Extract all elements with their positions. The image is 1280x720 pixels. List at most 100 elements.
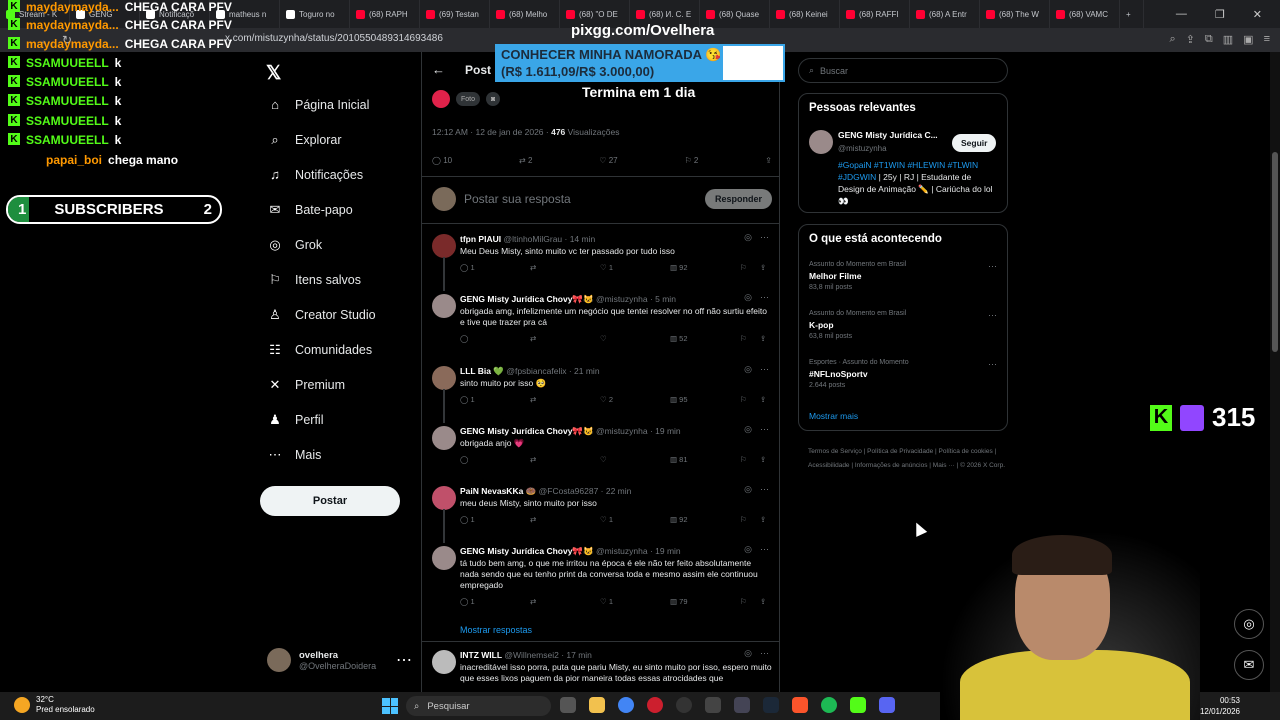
more-icon[interactable]: ⋯ bbox=[760, 364, 769, 375]
url-field[interactable]: x.com/mistuzynha/status/2010550489314693… bbox=[225, 33, 443, 44]
views-action[interactable]: ▥ 79 bbox=[670, 597, 740, 606]
minimize-icon[interactable]: — bbox=[1176, 8, 1187, 21]
browser-tab[interactable]: (68) Melho bbox=[490, 0, 560, 28]
browser-tab[interactable]: (68) VAMC bbox=[1050, 0, 1120, 28]
browser-tab[interactable]: (68) RAPH bbox=[350, 0, 420, 28]
more-icon[interactable]: ⋯ bbox=[760, 544, 769, 555]
relevant-name[interactable]: GENG Misty Jurídica C... bbox=[838, 130, 938, 140]
app-icon[interactable] bbox=[705, 697, 721, 713]
like-action[interactable]: ♡ 27 bbox=[599, 156, 617, 165]
share-icon[interactable]: ⇪ bbox=[1186, 33, 1195, 46]
repost-action[interactable]: ⇄ bbox=[530, 334, 600, 343]
like-action[interactable]: ♡ 2 bbox=[600, 395, 670, 404]
trend-item[interactable]: Assunto do Momento em Brasil Melhor Filme… bbox=[809, 261, 999, 291]
reply-action[interactable]: ◯ bbox=[460, 334, 530, 343]
browser-tab[interactable]: (68) RAFFI bbox=[840, 0, 910, 28]
views-action[interactable]: ▥ 81 bbox=[670, 455, 740, 464]
spotify-icon[interactable] bbox=[821, 697, 837, 713]
tweet-author[interactable]: GENG Misty Jurídica Chovy🎀😺 bbox=[460, 546, 594, 556]
reply-action[interactable]: ◯ 1 bbox=[460, 515, 530, 524]
avatar[interactable] bbox=[432, 366, 456, 390]
weather-widget[interactable]: 32°C Pred ensolarado bbox=[14, 695, 95, 715]
menu-icon[interactable]: ≡ bbox=[1264, 33, 1270, 46]
file-explorer-icon[interactable] bbox=[589, 697, 605, 713]
more-icon[interactable]: ⋯ bbox=[396, 650, 412, 670]
reply-input[interactable]: Postar sua resposta bbox=[464, 192, 571, 206]
tweet-handle[interactable]: @FCosta96287 · 22 min bbox=[539, 486, 632, 496]
views-action[interactable]: ▥ 92 bbox=[670, 515, 740, 524]
show-replies-link[interactable]: Mostrar respostas bbox=[460, 625, 532, 635]
more-icon[interactable]: ⋯ bbox=[988, 359, 997, 370]
post-time[interactable]: 12:12 AM · 12 de jan de 2026 · bbox=[432, 127, 551, 137]
reply-action[interactable]: ◯ 1 bbox=[460, 395, 530, 404]
nav-item-1[interactable]: ⌕ Explorar bbox=[268, 132, 341, 148]
tweet-author[interactable]: PaiN NevasKKa 🍩 bbox=[460, 486, 536, 496]
clock[interactable]: 00:53 12/01/2026 bbox=[1200, 695, 1240, 717]
trend-item[interactable]: Assunto do Momento em Brasil K-pop 63,8 mi… bbox=[809, 310, 999, 340]
new-tab-icon[interactable]: + bbox=[1120, 0, 1144, 28]
search-input[interactable]: ⌕ Buscar bbox=[798, 58, 1008, 83]
trend-item[interactable]: Esportes · Assunto do Momento #NFLnoSport… bbox=[809, 359, 999, 389]
reply-button[interactable]: Responder bbox=[704, 189, 772, 209]
x-logo[interactable]: 𝕏 bbox=[266, 62, 281, 85]
tweet-author[interactable]: tfpn PIAUI bbox=[460, 234, 501, 244]
bookmark-icon[interactable]: ⚐ bbox=[740, 455, 760, 464]
windows-start-icon[interactable] bbox=[382, 698, 398, 714]
back-arrow-icon[interactable]: ← bbox=[432, 62, 445, 77]
browser-tab[interactable]: (68) A Entr bbox=[910, 0, 980, 28]
account-switcher[interactable]: ovelhera @OvelheraDoidera ⋯ bbox=[267, 648, 412, 672]
nav-item-8[interactable]: ✕ Premium bbox=[268, 377, 345, 393]
like-action[interactable]: ♡ bbox=[600, 455, 670, 464]
opera-icon[interactable] bbox=[647, 697, 663, 713]
tweet-handle[interactable]: @Willnemsei2 · 17 min bbox=[504, 650, 592, 660]
tweet-handle[interactable]: @mistuzynha · 19 min bbox=[596, 546, 681, 556]
messages-icon[interactable]: ✉ bbox=[1234, 650, 1264, 680]
bookmark-icon[interactable]: ⚐ bbox=[740, 515, 760, 524]
reply-action[interactable]: ◯ 1 bbox=[460, 597, 530, 606]
share-icon[interactable]: ⇪ bbox=[760, 455, 770, 464]
repost-action[interactable]: ⇄ bbox=[530, 455, 600, 464]
browser-tab[interactable]: (69) Testan bbox=[420, 0, 490, 28]
more-icon[interactable]: ⋯ bbox=[760, 232, 769, 243]
nav-item-2[interactable]: ♫ Notificações bbox=[268, 167, 363, 182]
obs-icon[interactable] bbox=[676, 697, 692, 713]
tweet-handle[interactable]: @mistuzynha · 5 min bbox=[596, 294, 676, 304]
wallet-icon[interactable]: ▣ bbox=[1243, 33, 1253, 46]
footer-links[interactable]: Termos de Serviço | Política de Privacid… bbox=[808, 445, 1008, 473]
reply-action[interactable]: ◯ bbox=[460, 455, 530, 464]
share-icon[interactable]: ⇪ bbox=[760, 597, 770, 606]
like-action[interactable]: ♡ 1 bbox=[600, 515, 670, 524]
more-icon[interactable]: ⋯ bbox=[988, 261, 997, 272]
nav-item-6[interactable]: ♙ Creator Studio bbox=[268, 307, 375, 323]
bookmark-action[interactable]: ⚐ 2 bbox=[685, 156, 699, 165]
tweet-author[interactable]: GENG Misty Jurídica Chovy🎀😺 bbox=[460, 426, 594, 436]
avatar[interactable] bbox=[432, 650, 456, 674]
like-action[interactable]: ♡ bbox=[600, 334, 670, 343]
grok-icon[interactable]: ◎ bbox=[744, 424, 752, 435]
views-action[interactable]: ▥ 95 bbox=[670, 395, 740, 404]
post-button[interactable]: Postar bbox=[260, 486, 400, 516]
nav-item-4[interactable]: ◎ Grok bbox=[268, 237, 322, 253]
repost-action[interactable]: ⇄ 2 bbox=[519, 156, 532, 165]
close-icon[interactable]: ✕ bbox=[1253, 8, 1262, 21]
follow-button[interactable]: Seguir bbox=[952, 134, 997, 152]
grok-icon[interactable]: ◎ bbox=[744, 544, 752, 555]
maximize-icon[interactable]: ❐ bbox=[1215, 8, 1225, 21]
brave-icon[interactable] bbox=[792, 697, 808, 713]
show-more-link[interactable]: Mostrar mais bbox=[809, 411, 858, 421]
task-view-icon[interactable] bbox=[560, 697, 576, 713]
repost-action[interactable]: ⇄ bbox=[530, 395, 600, 404]
zoom-icon[interactable]: ⌕ bbox=[1170, 33, 1176, 46]
share-icon[interactable]: ⇪ bbox=[760, 334, 770, 343]
avatar[interactable] bbox=[432, 426, 456, 450]
nav-item-3[interactable]: ✉ Bate-papo bbox=[268, 202, 353, 218]
nav-item-10[interactable]: ⋯ Mais bbox=[268, 447, 322, 463]
grok-icon[interactable]: ◎ bbox=[744, 292, 752, 303]
avatar[interactable] bbox=[432, 486, 456, 510]
grok-icon[interactable]: ◎ bbox=[744, 484, 752, 495]
app-icon[interactable] bbox=[734, 697, 750, 713]
steam-icon[interactable] bbox=[763, 697, 779, 713]
more-icon[interactable]: ⋯ bbox=[988, 310, 997, 321]
bookmark-icon[interactable]: ⚐ bbox=[740, 263, 760, 272]
kick-icon[interactable] bbox=[850, 697, 866, 713]
